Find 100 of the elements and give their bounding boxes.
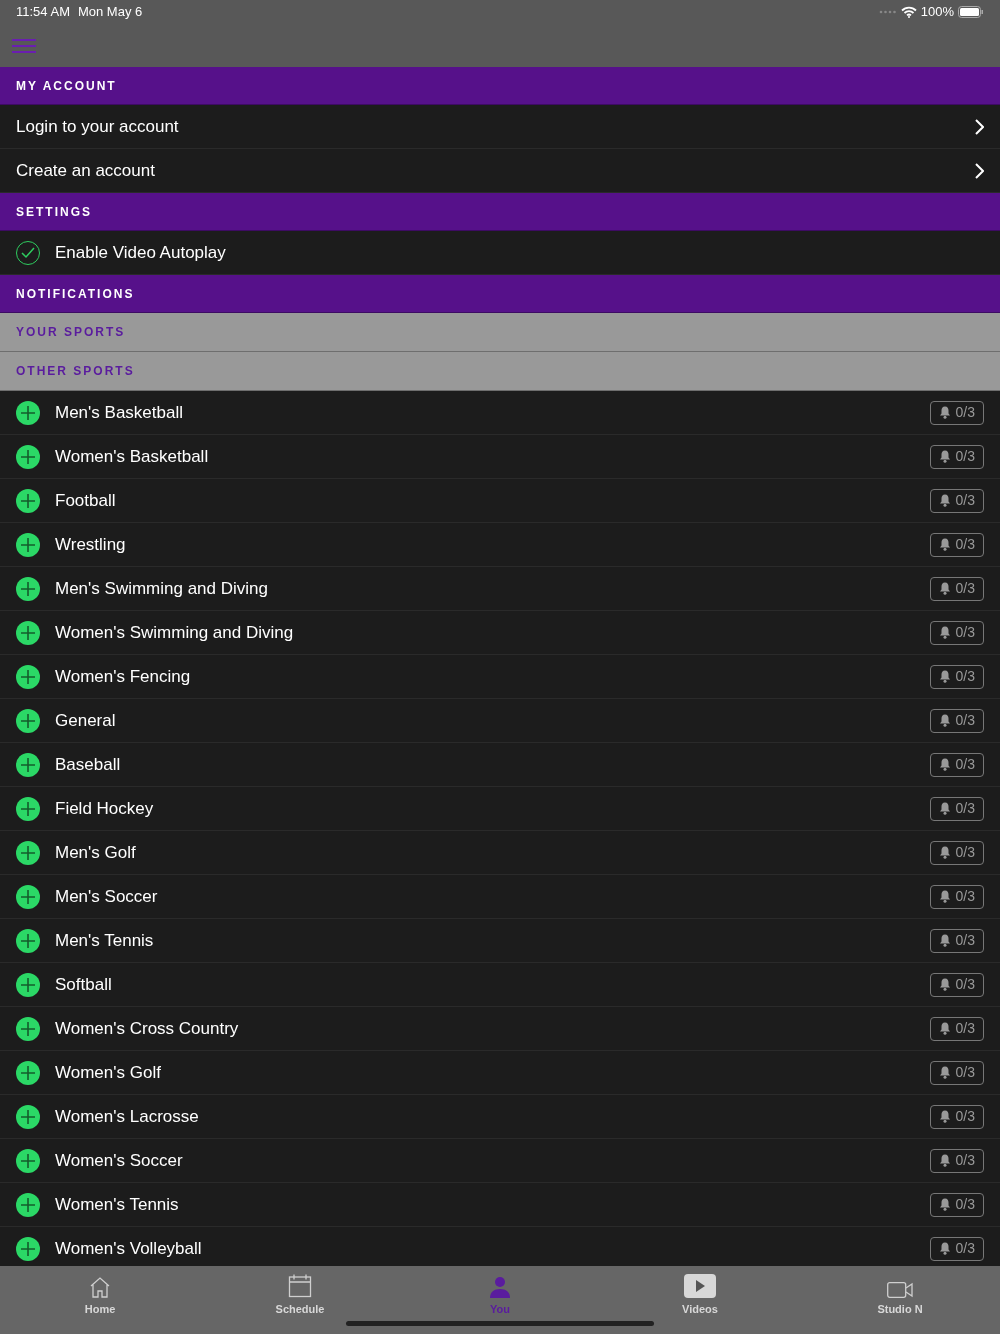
setting-label: Enable Video Autoplay xyxy=(55,241,226,264)
notification-count-button[interactable]: 0/3 xyxy=(929,928,984,953)
bell-icon xyxy=(938,538,951,551)
notification-count-button[interactable]: 0/3 xyxy=(929,400,984,425)
add-icon[interactable] xyxy=(16,1016,40,1041)
sport-name: Field Hockey xyxy=(55,797,155,820)
notification-count-button[interactable]: 0/3 xyxy=(929,488,984,513)
tab[interactable]: Videos xyxy=(682,1272,718,1318)
sport-name: Men's Golf xyxy=(55,841,137,864)
bell-icon xyxy=(938,1198,951,1211)
add-icon[interactable] xyxy=(16,796,40,821)
notification-count-button[interactable]: 0/3 xyxy=(929,1016,984,1041)
chevron-right-icon xyxy=(974,118,984,135)
sport-name: Men's Swimming and Diving xyxy=(55,577,269,600)
add-icon[interactable] xyxy=(16,488,40,513)
sport-name: Women's Tennis xyxy=(55,1193,180,1216)
bell-icon xyxy=(938,978,951,991)
notification-count-button[interactable]: 0/3 xyxy=(929,444,984,469)
add-icon[interactable] xyxy=(16,1236,40,1261)
bell-icon xyxy=(938,758,951,771)
notification-count-button[interactable]: 0/3 xyxy=(929,752,984,777)
add-icon[interactable] xyxy=(16,928,40,953)
add-icon[interactable] xyxy=(16,620,40,645)
house-icon xyxy=(89,1276,111,1298)
add-icon[interactable] xyxy=(16,708,40,733)
sport-name: Women's Golf xyxy=(55,1061,162,1084)
person-icon xyxy=(490,1276,510,1298)
add-icon[interactable] xyxy=(16,1148,40,1173)
notification-count-button[interactable]: 0/3 xyxy=(929,1236,984,1261)
section-header: YOUR SPORTS xyxy=(16,324,126,341)
bell-icon xyxy=(938,1022,951,1035)
notification-count-button[interactable]: 0/3 xyxy=(929,1060,984,1085)
sport-name: General xyxy=(55,709,117,732)
bell-icon xyxy=(938,1242,951,1255)
add-icon[interactable] xyxy=(16,884,40,909)
section-header: SETTINGS xyxy=(16,203,92,221)
tab[interactable]: Studio N xyxy=(877,1272,923,1318)
bell-icon xyxy=(938,802,951,815)
add-icon[interactable] xyxy=(16,840,40,865)
bell-icon xyxy=(938,714,951,727)
bell-icon xyxy=(938,890,951,903)
add-icon[interactable] xyxy=(16,532,40,557)
sport-name: Women's Basketball xyxy=(55,445,210,468)
sport-name: Women's Fencing xyxy=(55,665,192,688)
notification-count-button[interactable]: 0/3 xyxy=(929,620,984,645)
add-icon[interactable] xyxy=(16,1060,40,1085)
notification-count-button[interactable]: 0/3 xyxy=(929,840,984,865)
chevron-right-icon xyxy=(974,162,984,179)
section-header: OTHER SPORTS xyxy=(16,363,135,380)
sport-name: Women's Volleyball xyxy=(55,1237,203,1260)
battery-icon xyxy=(958,6,984,18)
tab[interactable]: Schedule xyxy=(275,1272,325,1318)
bell-icon xyxy=(938,1066,951,1079)
bell-icon xyxy=(938,1154,951,1167)
add-icon[interactable] xyxy=(16,1104,40,1129)
notification-count-button[interactable]: 0/3 xyxy=(929,1104,984,1129)
video-camera-icon xyxy=(887,1282,913,1298)
play-icon xyxy=(684,1274,716,1298)
status-time: 11:54 AM xyxy=(16,3,70,22)
notification-count-button[interactable]: 0/3 xyxy=(929,796,984,821)
notification-count-button[interactable]: 0/3 xyxy=(929,576,984,601)
section-header: MY ACCOUNT xyxy=(16,77,117,95)
notification-count-button[interactable]: 0/3 xyxy=(929,884,984,909)
bell-icon xyxy=(938,450,951,463)
add-icon[interactable] xyxy=(16,576,40,601)
notification-count-button[interactable]: 0/3 xyxy=(929,1192,984,1217)
bell-icon xyxy=(938,670,951,683)
notification-count-button[interactable]: 0/3 xyxy=(929,972,984,997)
bell-icon xyxy=(938,934,951,947)
calendar-icon xyxy=(288,1274,312,1298)
sport-name: Men's Basketball xyxy=(55,401,184,424)
sport-name: Men's Tennis xyxy=(55,929,155,952)
bell-icon xyxy=(938,494,951,507)
notification-count-button[interactable]: 0/3 xyxy=(929,708,984,733)
notification-count-button[interactable]: 0/3 xyxy=(929,664,984,689)
section-header: NOTIFICATIONS xyxy=(16,285,135,303)
tab[interactable]: Home xyxy=(84,1272,116,1318)
battery-percent: 100% xyxy=(920,3,954,22)
sport-name: Wrestling xyxy=(55,533,127,556)
add-icon[interactable] xyxy=(16,1192,40,1217)
status-date: Mon May 6 xyxy=(77,3,143,22)
wifi-icon xyxy=(900,6,917,18)
add-icon[interactable] xyxy=(16,400,40,425)
add-icon[interactable] xyxy=(16,972,40,997)
bell-icon xyxy=(938,406,951,419)
add-icon[interactable] xyxy=(16,664,40,689)
sport-name: Baseball xyxy=(55,753,122,776)
bell-icon xyxy=(938,626,951,639)
bell-icon xyxy=(938,846,951,859)
notification-count-button[interactable]: 0/3 xyxy=(929,1148,984,1173)
sport-name: Football xyxy=(55,489,117,512)
notification-count-button[interactable]: 0/3 xyxy=(929,532,984,557)
add-icon[interactable] xyxy=(16,752,40,777)
check-icon xyxy=(21,246,35,259)
bell-icon xyxy=(938,582,951,595)
add-icon[interactable] xyxy=(16,444,40,469)
sport-name: Women's Soccer xyxy=(55,1149,184,1172)
sport-name: Softball xyxy=(55,973,113,996)
bell-icon xyxy=(938,1110,951,1123)
signal-icon xyxy=(878,10,897,14)
